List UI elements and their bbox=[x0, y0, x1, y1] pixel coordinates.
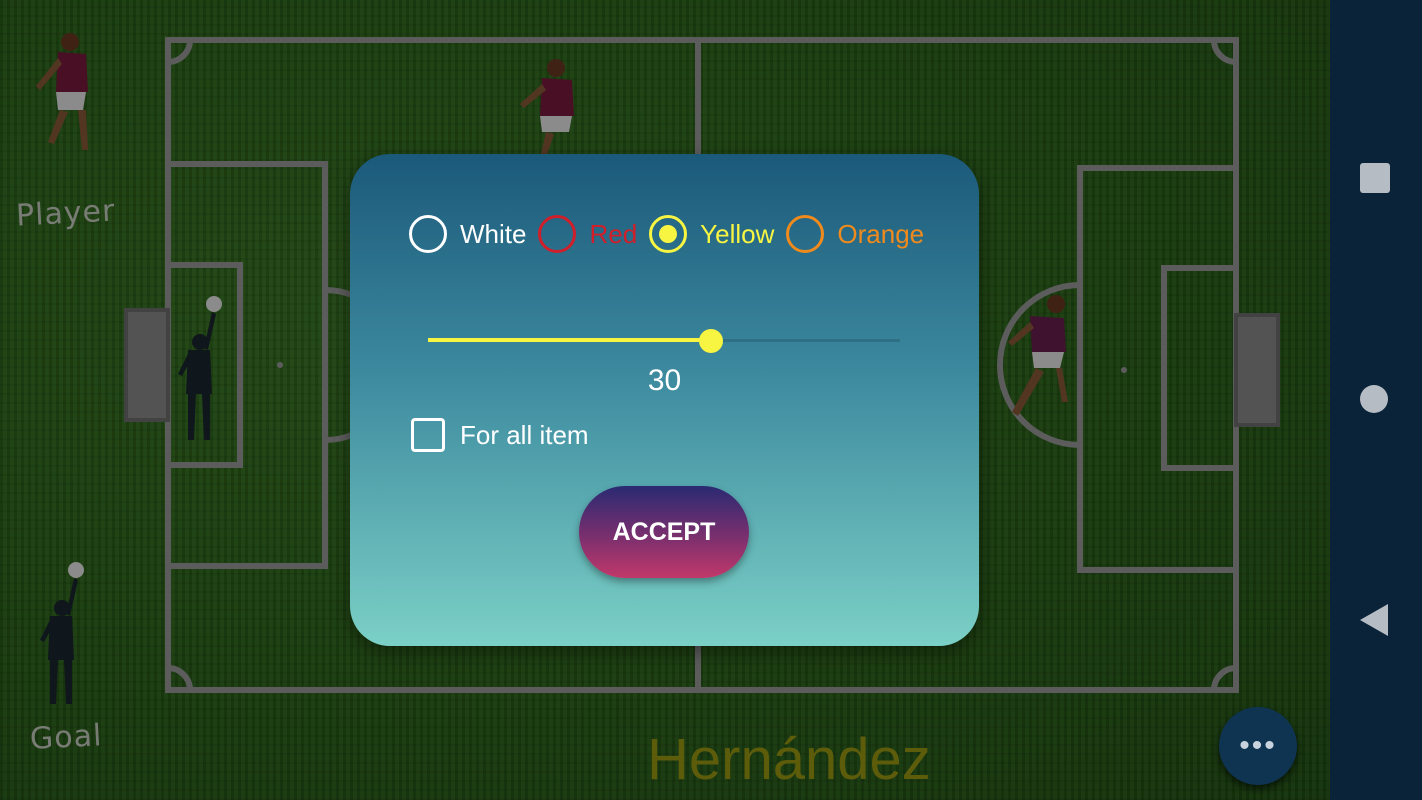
more-horiz-icon: ••• bbox=[1239, 729, 1277, 762]
radio-label: Red bbox=[589, 218, 638, 249]
radio-red[interactable]: Red bbox=[538, 215, 637, 253]
radio-button-icon[interactable] bbox=[538, 215, 577, 253]
for-all-item-label: For all item bbox=[460, 419, 589, 450]
accept-button[interactable]: ACCEPT bbox=[579, 486, 749, 578]
radio-button-icon[interactable] bbox=[649, 215, 688, 253]
color-radio-group: White Red Yellow Orange bbox=[409, 215, 936, 253]
radio-orange[interactable]: Orange bbox=[786, 215, 924, 253]
radio-button-icon[interactable] bbox=[786, 215, 825, 253]
more-options-fab[interactable]: ••• bbox=[1219, 707, 1297, 785]
for-all-item-checkbox-row[interactable]: For all item bbox=[411, 418, 589, 452]
radio-selected-dot bbox=[659, 225, 678, 243]
checkbox-icon[interactable] bbox=[411, 418, 445, 452]
slider-value: 30 bbox=[647, 364, 682, 397]
slider-fill bbox=[428, 338, 712, 342]
radio-label: White bbox=[460, 218, 527, 249]
color-size-dialog: White Red Yellow Orange 30 For all item … bbox=[350, 154, 979, 646]
radio-label: Yellow bbox=[700, 218, 775, 249]
system-navigation-bar bbox=[1330, 0, 1422, 800]
radio-button-icon[interactable] bbox=[409, 215, 447, 253]
back-icon[interactable] bbox=[1360, 604, 1388, 636]
home-icon[interactable] bbox=[1360, 385, 1388, 413]
radio-label: Orange bbox=[837, 218, 925, 249]
recents-icon[interactable] bbox=[1360, 163, 1390, 193]
slider-thumb[interactable] bbox=[699, 329, 724, 353]
radio-yellow[interactable]: Yellow bbox=[649, 215, 774, 253]
radio-white[interactable]: White bbox=[409, 215, 526, 253]
size-slider[interactable] bbox=[428, 329, 900, 353]
